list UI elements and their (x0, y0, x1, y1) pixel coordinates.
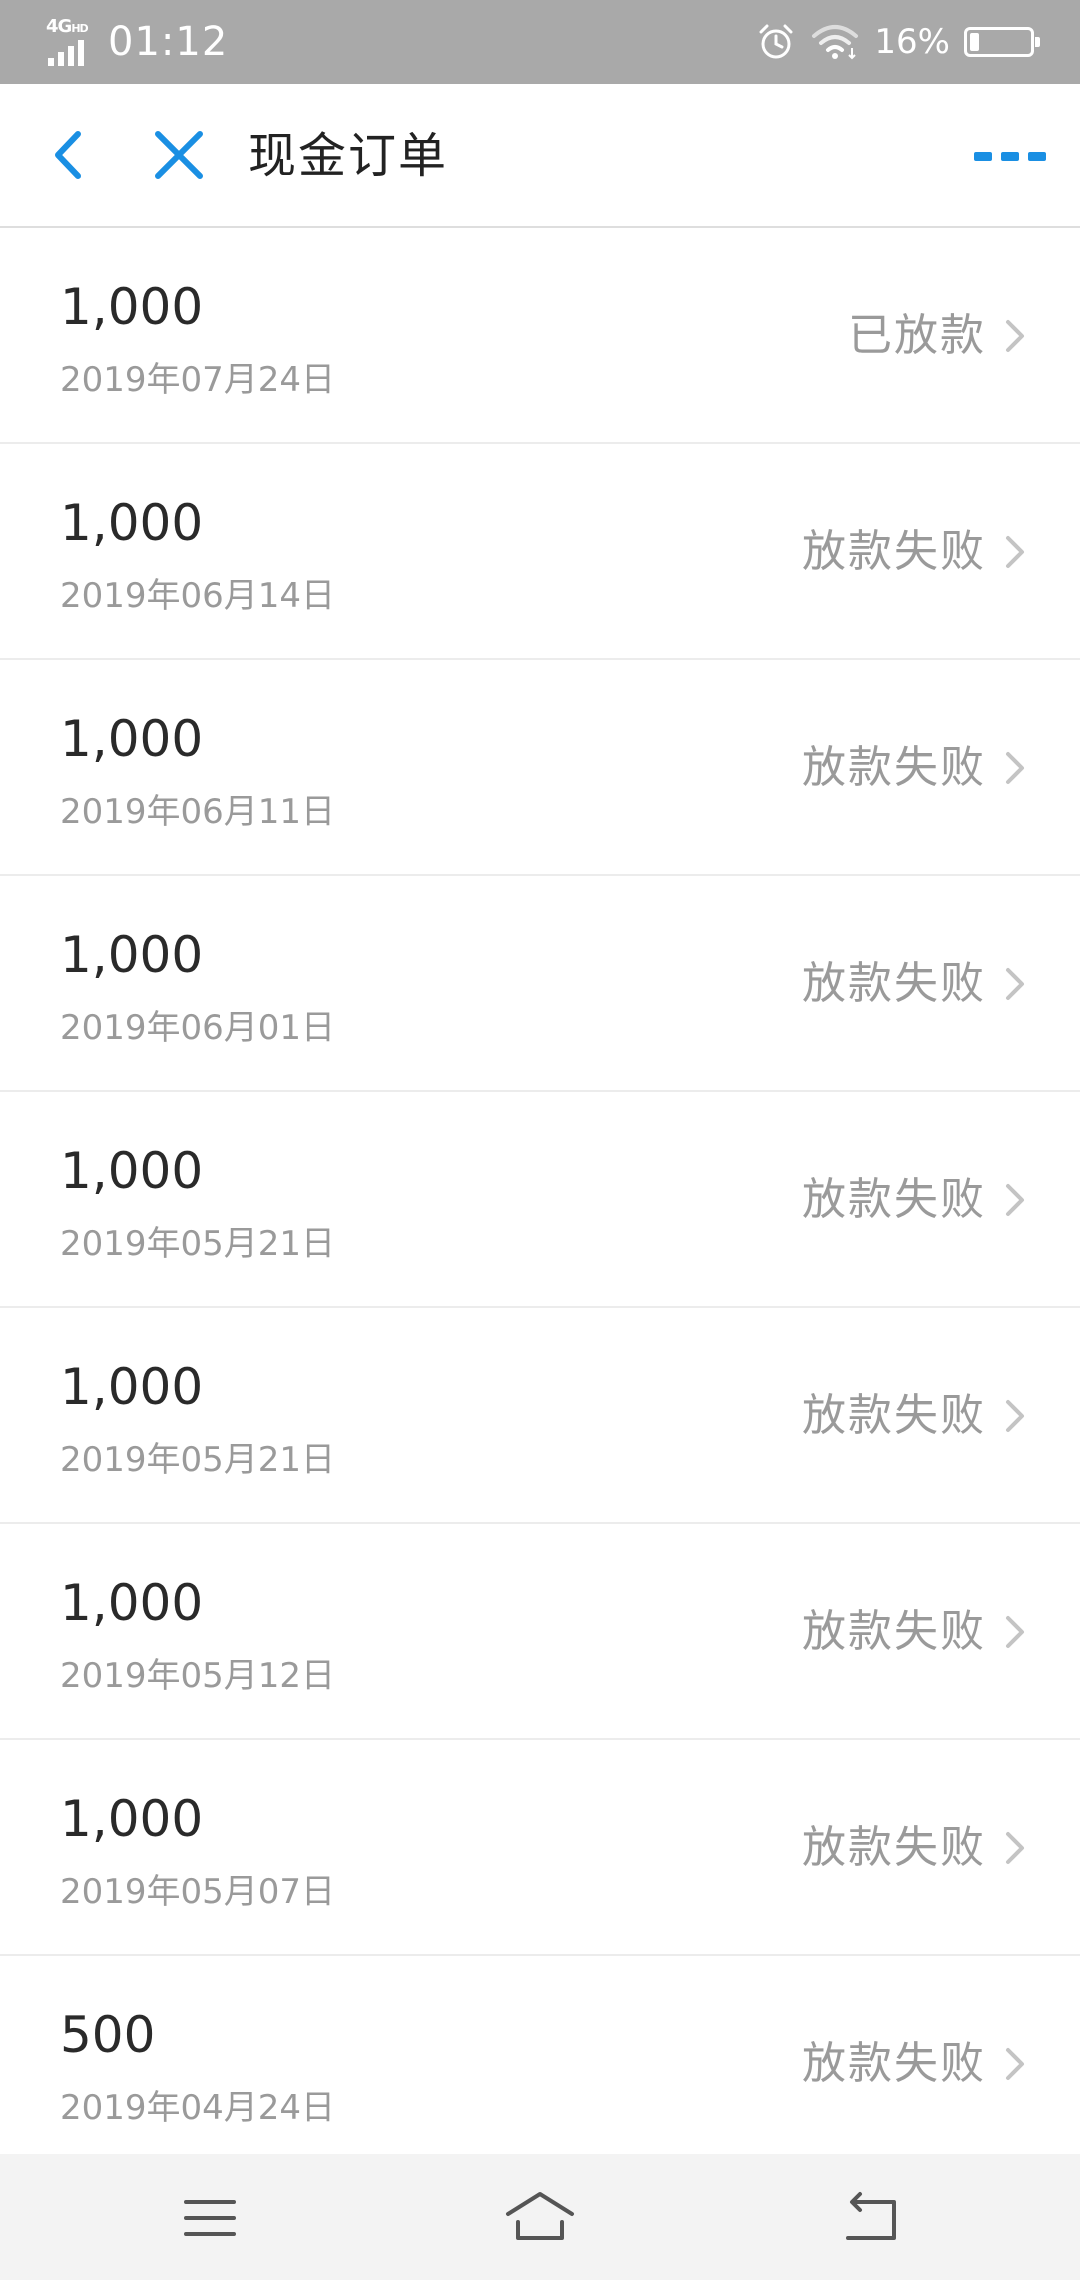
chevron-right-icon (1006, 1400, 1024, 1432)
order-list: 1,000 2019年07月24日 已放款 1,000 2019年06月14日 … (0, 228, 1080, 2172)
order-date: 2019年05月07日 (60, 1872, 336, 1912)
back-icon[interactable] (832, 2180, 908, 2256)
order-amount: 500 (60, 2006, 156, 2064)
chevron-right-icon (1006, 1184, 1024, 1216)
order-amount: 1,000 (60, 494, 204, 552)
network-sub: HD (71, 22, 88, 35)
chevron-right-icon (1006, 2048, 1024, 2080)
system-nav-bar (0, 2154, 1080, 2280)
page-title: 现金订单 (248, 128, 449, 184)
status-bar: 4GHD 01:12 16% (0, 0, 1080, 84)
wifi-icon (812, 25, 859, 60)
order-status: 放款失败 (802, 1822, 986, 1873)
order-row[interactable]: 500 2019年04月24日 放款失败 (0, 1956, 1080, 2172)
chevron-left-icon[interactable] (34, 120, 104, 190)
order-row[interactable]: 1,000 2019年05月21日 放款失败 (0, 1092, 1080, 1308)
status-left: 4GHD 01:12 (46, 0, 228, 84)
order-status: 放款失败 (802, 1390, 986, 1441)
status-right: 16% (756, 0, 1040, 84)
order-row[interactable]: 1,000 2019年05月07日 放款失败 (0, 1740, 1080, 1956)
order-date: 2019年05月12日 (60, 1656, 336, 1696)
order-date: 2019年05月21日 (60, 1224, 336, 1264)
chevron-right-icon (1006, 968, 1024, 1000)
order-row[interactable]: 1,000 2019年05月21日 放款失败 (0, 1308, 1080, 1524)
order-amount: 1,000 (60, 1574, 204, 1632)
order-amount: 1,000 (60, 1790, 204, 1848)
alarm-icon (759, 24, 793, 59)
order-amount: 1,000 (60, 710, 204, 768)
battery-icon (964, 27, 1040, 57)
battery-fill (970, 33, 979, 51)
more-dots-icon[interactable] (970, 130, 1050, 180)
close-icon[interactable] (144, 120, 214, 190)
order-status: 放款失败 (802, 2038, 986, 2089)
order-status: 放款失败 (802, 526, 986, 577)
network-type: 4G (46, 16, 72, 37)
order-status: 放款失败 (802, 1174, 986, 1225)
order-row[interactable]: 1,000 2019年06月14日 放款失败 (0, 444, 1080, 660)
status-time: 01:12 (108, 19, 229, 65)
order-status: 已放款 (848, 310, 986, 361)
order-date: 2019年06月14日 (60, 576, 336, 616)
home-icon[interactable] (502, 2180, 578, 2256)
menu-icon[interactable] (172, 2180, 248, 2256)
chevron-right-icon (1006, 1832, 1024, 1864)
chevron-right-icon (1006, 752, 1024, 784)
battery-percent: 16% (874, 22, 950, 62)
order-date: 2019年04月24日 (60, 2088, 336, 2128)
order-amount: 1,000 (60, 1142, 204, 1200)
order-date: 2019年06月11日 (60, 792, 336, 832)
order-row[interactable]: 1,000 2019年07月24日 已放款 (0, 228, 1080, 444)
order-status: 放款失败 (802, 1606, 986, 1657)
order-status: 放款失败 (802, 958, 986, 1009)
order-row[interactable]: 1,000 2019年06月11日 放款失败 (0, 660, 1080, 876)
chevron-right-icon (1006, 1616, 1024, 1648)
chevron-right-icon (1006, 536, 1024, 568)
signal-icon: 4GHD (46, 14, 98, 70)
order-date: 2019年05月21日 (60, 1440, 336, 1480)
order-date: 2019年06月01日 (60, 1008, 336, 1048)
app-header: 现金订单 (0, 84, 1080, 228)
order-amount: 1,000 (60, 278, 204, 336)
order-amount: 1,000 (60, 1358, 204, 1416)
order-status: 放款失败 (802, 742, 986, 793)
chevron-right-icon (1006, 320, 1024, 352)
order-date: 2019年07月24日 (60, 360, 336, 400)
order-amount: 1,000 (60, 926, 204, 984)
order-row[interactable]: 1,000 2019年05月12日 放款失败 (0, 1524, 1080, 1740)
order-row[interactable]: 1,000 2019年06月01日 放款失败 (0, 876, 1080, 1092)
